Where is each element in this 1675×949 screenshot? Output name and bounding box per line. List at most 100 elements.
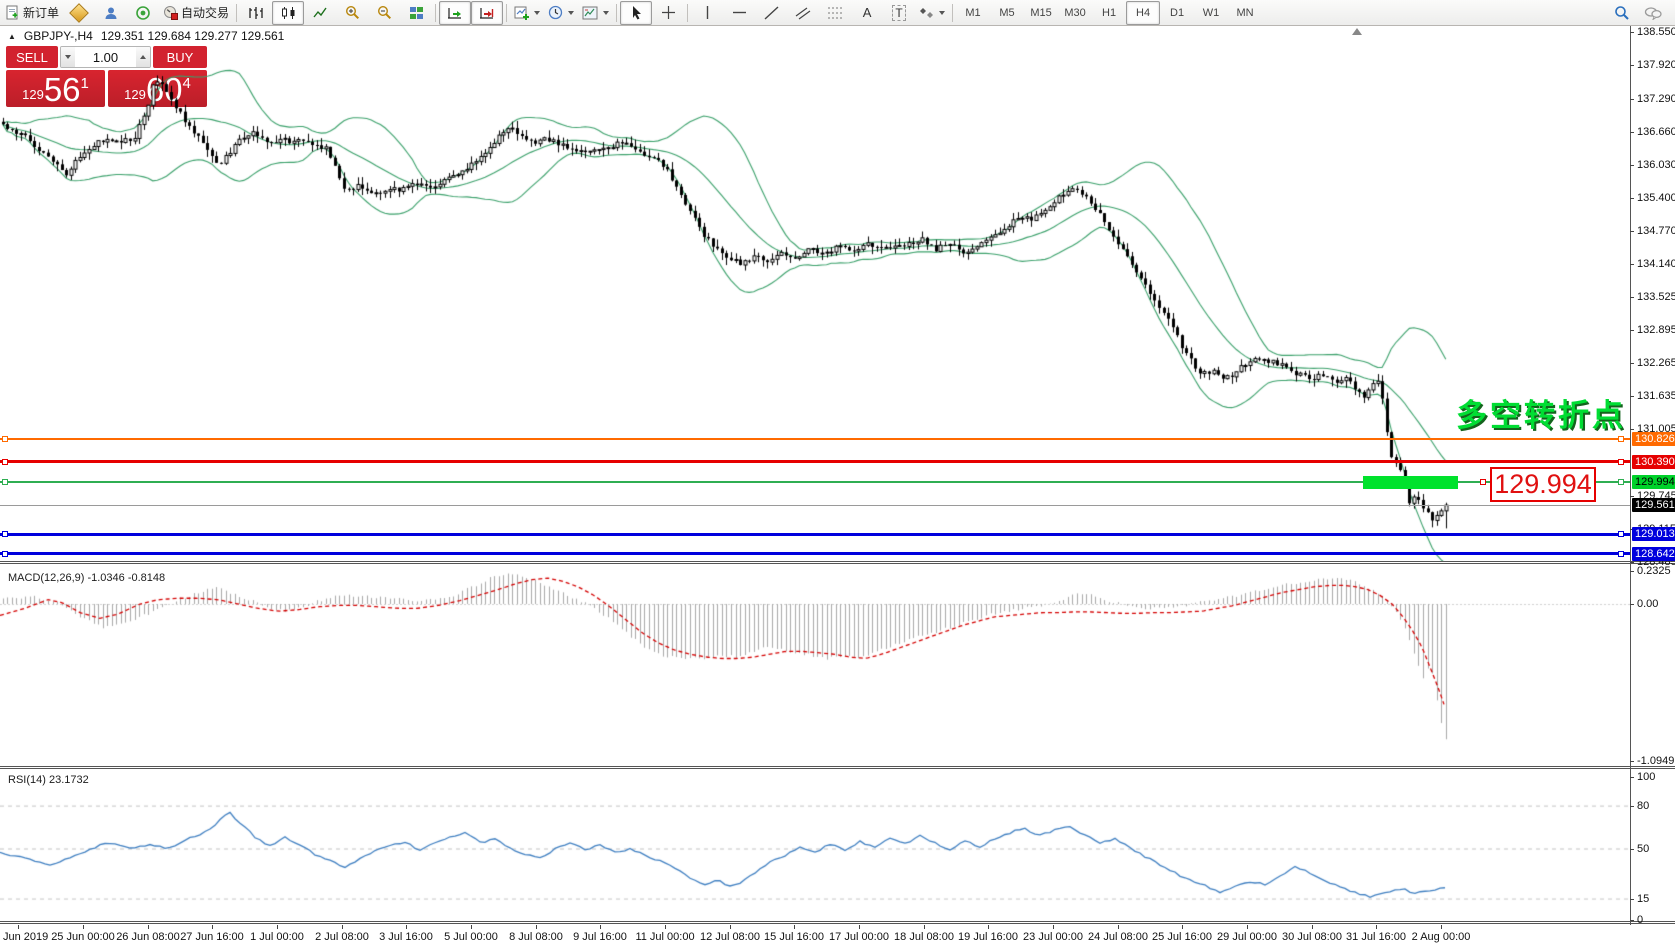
zoom-out-icon bbox=[377, 5, 392, 20]
zoom-out-button[interactable] bbox=[368, 1, 400, 25]
timeframe-m5-button[interactable]: M5 bbox=[990, 1, 1024, 25]
autotrading-button[interactable]: 自动交易 bbox=[159, 1, 233, 25]
search-button[interactable] bbox=[1605, 1, 1637, 25]
time-tick bbox=[859, 925, 860, 929]
time-tick bbox=[1441, 925, 1442, 929]
signal-icon bbox=[136, 6, 150, 20]
time-tick bbox=[148, 925, 149, 929]
hline-handle-left[interactable] bbox=[2, 436, 8, 442]
pane-separator[interactable] bbox=[0, 766, 1675, 767]
time-tick bbox=[924, 925, 925, 929]
price-tick bbox=[1630, 496, 1634, 497]
bar-chart-button[interactable] bbox=[240, 1, 272, 25]
macd-tick-label: -1.0949 bbox=[1637, 755, 1674, 767]
hline-handle-left[interactable] bbox=[2, 551, 8, 557]
bid-price-line bbox=[0, 505, 1630, 506]
hline-handle-right[interactable] bbox=[1618, 436, 1624, 442]
hline-handle-right[interactable] bbox=[1618, 459, 1624, 465]
green-highlight-zone[interactable] bbox=[1363, 476, 1458, 489]
rsi-tick-label: 80 bbox=[1637, 800, 1649, 812]
channel-tool-button[interactable] bbox=[787, 1, 819, 25]
hline-handle-left[interactable] bbox=[2, 531, 8, 537]
templates-button[interactable] bbox=[578, 1, 613, 25]
chat-button[interactable] bbox=[1637, 1, 1669, 25]
hline-handle-left[interactable] bbox=[2, 459, 8, 465]
macd-pane-canvas[interactable] bbox=[0, 563, 1630, 765]
price-tick bbox=[1630, 562, 1634, 563]
toolbar-separator bbox=[506, 4, 507, 22]
pane-separator[interactable] bbox=[0, 561, 1675, 562]
vertical-line-icon bbox=[703, 5, 712, 20]
auto-scroll-button[interactable] bbox=[439, 1, 471, 25]
price-tick bbox=[1630, 65, 1634, 66]
hline-handle-left[interactable] bbox=[2, 479, 8, 485]
price-tick-label: 134.140 bbox=[1637, 258, 1675, 270]
market-watch-button[interactable] bbox=[63, 1, 95, 25]
horizontal-line-tool-button[interactable] bbox=[723, 1, 755, 25]
search-icon bbox=[1614, 5, 1629, 20]
cursor-tool-button[interactable] bbox=[620, 1, 652, 25]
periods-button[interactable] bbox=[544, 1, 578, 25]
scroll-marker-icon[interactable] bbox=[1352, 28, 1362, 35]
price-tick-label: 134.770 bbox=[1637, 225, 1675, 237]
callout-handle[interactable] bbox=[1480, 479, 1486, 485]
toolbar-separator bbox=[687, 4, 688, 22]
new-chart-button[interactable] bbox=[510, 1, 544, 25]
text-label-tool-button[interactable]: T bbox=[883, 1, 915, 25]
line-chart-button[interactable] bbox=[304, 1, 336, 25]
time-axis[interactable]: 21 Jun 201925 Jun 00:0026 Jun 08:0027 Ju… bbox=[0, 925, 1675, 949]
price-callout-box[interactable]: 129.994 bbox=[1490, 467, 1596, 502]
time-tick bbox=[18, 925, 19, 929]
trendline-tool-button[interactable] bbox=[755, 1, 787, 25]
new-order-button[interactable]: 新订单 bbox=[2, 1, 63, 25]
timeframe-h1-button[interactable]: H1 bbox=[1092, 1, 1126, 25]
chart-annotation-text[interactable]: 多空转折点 bbox=[1456, 390, 1626, 435]
hline-price-label: 130.826 bbox=[1632, 432, 1675, 446]
time-axis-label: 27 Jun 16:00 bbox=[180, 931, 244, 943]
hline-130.826[interactable] bbox=[0, 438, 1630, 440]
timeframe-d1-button[interactable]: D1 bbox=[1160, 1, 1194, 25]
timeframe-h4-button[interactable]: H4 bbox=[1126, 1, 1160, 25]
hline-handle-right[interactable] bbox=[1618, 479, 1624, 485]
timeframe-m15-button[interactable]: M15 bbox=[1024, 1, 1058, 25]
hline-128.642[interactable] bbox=[0, 552, 1630, 555]
text-tool-icon: A bbox=[863, 5, 872, 20]
macd-tick-label: 0.00 bbox=[1637, 598, 1658, 610]
candlestick-chart-button[interactable] bbox=[272, 1, 304, 25]
price-tick-label: 132.895 bbox=[1637, 324, 1675, 336]
time-tick bbox=[277, 925, 278, 929]
zoom-in-button[interactable] bbox=[336, 1, 368, 25]
arrows-tool-button[interactable] bbox=[915, 1, 949, 25]
auto-scroll-icon bbox=[447, 6, 463, 20]
profiles-button[interactable] bbox=[95, 1, 127, 25]
timeframe-m1-button[interactable]: M1 bbox=[956, 1, 990, 25]
vertical-line-tool-button[interactable] bbox=[691, 1, 723, 25]
macd-tick-label: 0.2325 bbox=[1637, 565, 1671, 577]
rsi-tick-label: 0 bbox=[1637, 914, 1643, 926]
timeframe-w1-button[interactable]: W1 bbox=[1194, 1, 1228, 25]
hline-129.013[interactable] bbox=[0, 533, 1630, 536]
cursor-icon bbox=[630, 5, 643, 20]
text-tool-button[interactable]: A bbox=[851, 1, 883, 25]
chart-shift-button[interactable] bbox=[471, 1, 503, 25]
hline-handle-right[interactable] bbox=[1618, 551, 1624, 557]
pane-separator[interactable] bbox=[0, 768, 1675, 769]
timeframe-m30-button[interactable]: M30 bbox=[1058, 1, 1092, 25]
rsi-tick bbox=[1630, 920, 1634, 921]
crosshair-tool-button[interactable] bbox=[652, 1, 684, 25]
hline-handle-right[interactable] bbox=[1618, 531, 1624, 537]
rsi-pane-canvas[interactable] bbox=[0, 770, 1630, 922]
signals-button[interactable] bbox=[127, 1, 159, 25]
hline-130.390[interactable] bbox=[0, 460, 1630, 463]
callout-price-text: 129.994 bbox=[1494, 469, 1592, 500]
fibonacci-tool-button[interactable] bbox=[819, 1, 851, 25]
pane-separator[interactable] bbox=[0, 563, 1675, 564]
time-tick bbox=[212, 925, 213, 929]
tile-windows-button[interactable] bbox=[400, 1, 432, 25]
timeframe-mn-button[interactable]: MN bbox=[1228, 1, 1262, 25]
chat-icon bbox=[1644, 6, 1662, 20]
hline-price-label: 130.390 bbox=[1632, 455, 1675, 469]
time-tick bbox=[83, 925, 84, 929]
time-axis-label: 25 Jul 16:00 bbox=[1152, 931, 1212, 943]
price-tick-label: 132.265 bbox=[1637, 357, 1675, 369]
